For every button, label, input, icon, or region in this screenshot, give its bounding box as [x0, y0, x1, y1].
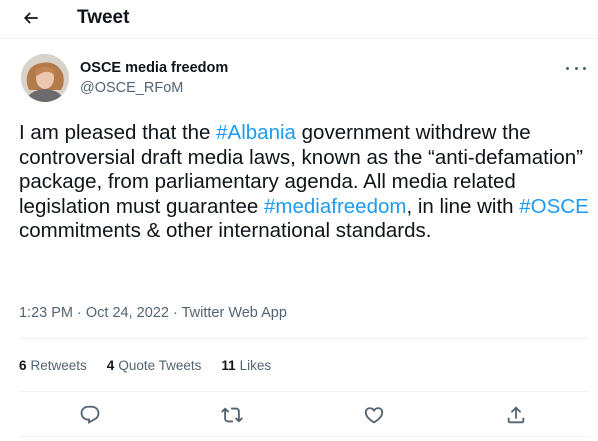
tweet-text-segment: commitments & other international standa… — [19, 219, 432, 242]
meta-divider — [19, 338, 589, 339]
tweet-text: I am pleased that the #Albania governmen… — [19, 121, 589, 244]
quote-tweets-stat[interactable]: 4 Quote Tweets — [107, 358, 202, 373]
retweets-count: 6 — [19, 357, 27, 373]
author-name[interactable]: OSCE media freedom — [80, 60, 228, 76]
tweet-text-segment: I am pleased that the — [19, 121, 217, 144]
like-icon — [364, 407, 384, 424]
tweet-text-segment: , in line with — [406, 194, 520, 218]
page-title: Tweet — [77, 7, 130, 28]
meta-separator: · — [172, 305, 178, 321]
tweet-time[interactable]: 1:23 PM — [19, 305, 73, 321]
reply-icon — [80, 405, 100, 424]
share-button[interactable] — [503, 402, 529, 428]
tweet-actions — [0, 398, 598, 432]
likes-label: Likes — [239, 357, 272, 373]
retweet-button[interactable] — [219, 402, 245, 428]
tweet-header: Tweet — [0, 0, 598, 38]
author-handle[interactable]: @OSCE_RFoM — [80, 80, 183, 96]
tweet-meta: 1:23 PM · Oct 24, 2022 · Twitter Web App — [19, 305, 287, 321]
header-divider — [0, 38, 598, 39]
meta-separator: · — [77, 305, 82, 321]
reply-button[interactable] — [77, 402, 103, 428]
like-button[interactable] — [361, 402, 387, 428]
back-button[interactable] — [19, 6, 43, 30]
quote-tweets-count: 4 — [106, 357, 115, 373]
hashtag-albania[interactable]: #Albania — [216, 121, 296, 144]
likes-count: 11 — [221, 357, 236, 373]
more-dot — [583, 66, 586, 70]
tweet-source-app[interactable]: Twitter Web App — [182, 305, 287, 321]
more-dot — [566, 66, 569, 70]
tweet-stats: 6 Retweets 4 Quote Tweets 11 Likes — [19, 350, 291, 380]
avatar[interactable] — [21, 54, 69, 102]
hashtag-osce[interactable]: #OSCE — [519, 195, 589, 218]
more-options-button[interactable] — [566, 62, 586, 74]
share-icon — [507, 406, 525, 424]
retweets-stat[interactable]: 6 Retweets — [19, 358, 87, 373]
retweet-icon — [221, 407, 243, 423]
quote-tweets-label: Quote Tweets — [118, 357, 202, 373]
stats-divider — [19, 391, 589, 392]
retweets-label: Retweets — [30, 357, 87, 373]
arrow-left-icon — [23, 12, 38, 24]
likes-stat[interactable]: 11 Likes — [221, 358, 271, 373]
more-dot — [574, 66, 578, 70]
hashtag-mediafreedom[interactable]: #mediafreedom — [264, 195, 406, 218]
profile-photo-icon — [21, 54, 69, 102]
actions-divider — [19, 436, 589, 437]
tweet-date[interactable]: Oct 24, 2022 — [86, 305, 169, 321]
